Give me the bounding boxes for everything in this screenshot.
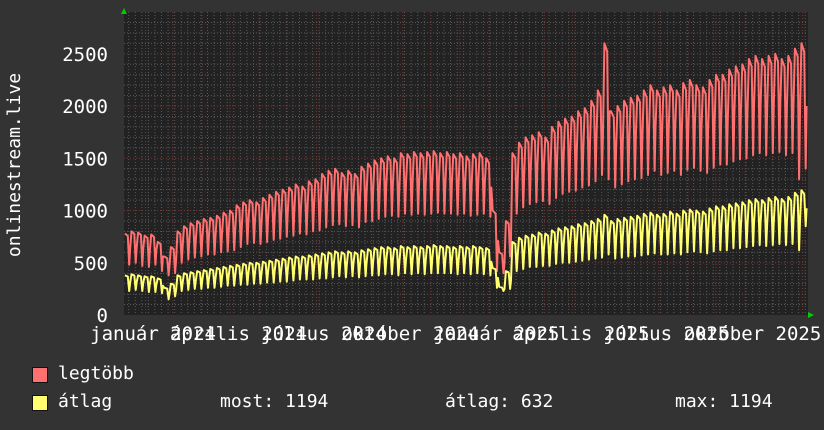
legend-swatch-max: [32, 367, 48, 383]
y-tick-label: 1000: [62, 201, 108, 223]
x-axis-ticks: január 2024április 2024július 2024októbe…: [90, 323, 821, 345]
y-tick-label: 1500: [62, 148, 108, 170]
chart: 05001000150020002500 január 2024április …: [4, 8, 821, 345]
legend-swatch-avg: [32, 395, 48, 411]
legend-label: legtöbb: [58, 363, 134, 384]
x-axis-arrow-icon: [808, 312, 814, 318]
stat-max: max: 1194: [675, 391, 773, 412]
stat-average: átlag: 632: [445, 391, 554, 412]
stat-now: most: 1194: [220, 391, 329, 412]
y-axis-label: onlinestream.live: [4, 73, 25, 257]
y-tick-label: 2500: [62, 44, 108, 66]
legend-item-avg: átlag most: 1194 átlag: 632 max: 1194: [32, 392, 812, 412]
y-axis-ticks: 05001000150020002500: [62, 44, 108, 327]
y-tick-label: 500: [74, 253, 108, 275]
y-tick-label: 2000: [62, 96, 108, 118]
y-axis-arrow-icon: [121, 8, 127, 14]
legend-label: átlag: [58, 391, 113, 412]
x-tick-label: október 2025: [684, 323, 821, 345]
